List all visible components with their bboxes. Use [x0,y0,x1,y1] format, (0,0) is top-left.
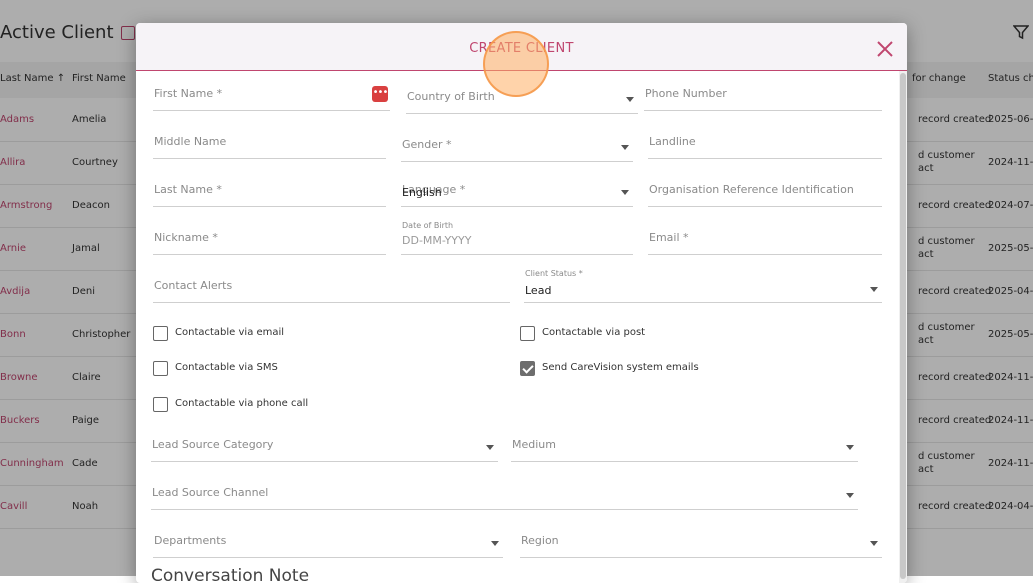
lead-source-channel-select[interactable]: Lead Source Channel [151,479,858,510]
conversation-note-heading: Conversation Note [151,566,310,583]
gender-select[interactable]: Gender * [401,131,633,162]
region-select[interactable]: Region [520,527,882,558]
chevron-down-icon [621,190,629,195]
chevron-down-icon [846,493,854,498]
chevron-down-icon [491,541,499,546]
chevron-down-icon [870,287,878,292]
landline-field[interactable]: Landline [648,128,882,159]
cursor-highlight [483,31,549,97]
checkbox-box-checked[interactable] [520,361,535,376]
chevron-down-icon [621,145,629,150]
chevron-down-icon [846,445,854,450]
scrollbar-thumb[interactable] [900,73,906,579]
first-name-field[interactable]: First Name * ••• [153,80,390,111]
email-field[interactable]: Email * [648,224,882,255]
checkbox-box[interactable] [153,397,168,412]
language-select[interactable]: Language * English [401,176,633,207]
dob-field[interactable]: Date of Birth DD-MM-YYYY [401,221,633,255]
nickname-field[interactable]: Nickname * [153,224,386,255]
chevron-down-icon [626,97,634,102]
checkbox-box[interactable] [153,326,168,341]
middle-name-field[interactable]: Middle Name [153,128,386,159]
contact-alerts-field[interactable]: Contact Alerts [153,272,510,303]
org-ref-field[interactable]: Organisation Reference Identification [648,176,882,207]
medium-select[interactable]: Medium [511,431,858,462]
password-manager-icon[interactable]: ••• [372,86,388,102]
close-icon[interactable] [876,40,894,58]
chevron-down-icon [486,445,494,450]
lead-source-category-select[interactable]: Lead Source Category [151,431,498,462]
checkbox-box[interactable] [520,326,535,341]
chevron-down-icon [870,541,878,546]
phone-number-field[interactable]: Phone Number [644,80,882,111]
create-client-modal: CREATE CLIENT First Name * ••• Country o… [136,23,907,583]
client-status-select[interactable]: Client Status * Lead [524,269,882,303]
departments-select[interactable]: Departments [153,527,503,558]
last-name-field[interactable]: Last Name * [153,176,386,207]
checkbox-box[interactable] [153,361,168,376]
